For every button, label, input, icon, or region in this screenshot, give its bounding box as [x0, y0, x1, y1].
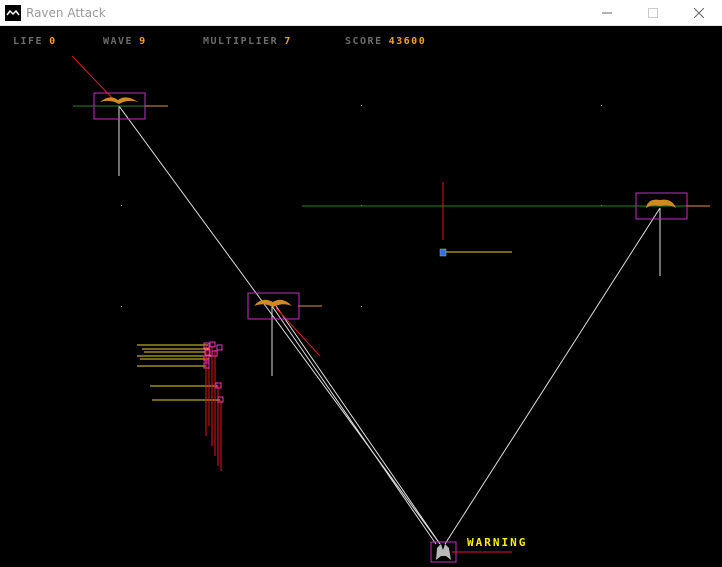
- game-field: [71, 55, 710, 563]
- powerup-item: [439, 248, 512, 257]
- maximize-button[interactable]: [630, 0, 676, 26]
- projectile-cluster: [137, 341, 224, 471]
- maximize-icon: [648, 8, 658, 18]
- minimize-icon: [602, 12, 612, 14]
- title-bar[interactable]: Raven Attack: [0, 0, 722, 26]
- raven-sprite: [254, 299, 292, 307]
- window-title: Raven Attack: [26, 6, 106, 20]
- raven-sprite: [100, 97, 138, 104]
- close-icon: [694, 8, 704, 18]
- warning-text: WARNING: [467, 536, 528, 549]
- game-window: Raven Attack LIFE 0 WAVE 9 MULTIPLIER 7 SCO…: [0, 0, 722, 567]
- aim-lines: [118, 105, 661, 545]
- minimize-button[interactable]: [584, 0, 630, 26]
- game-viewport[interactable]: LIFE 0 WAVE 9 MULTIPLIER 7 SCORE 43600 W…: [0, 26, 722, 567]
- raven-app-icon: [5, 5, 21, 21]
- tracking-lines: [73, 105, 710, 207]
- close-button[interactable]: [676, 0, 722, 26]
- raven-enemy: [247, 292, 300, 320]
- laser-lines: [71, 55, 512, 553]
- raven-sprite: [646, 199, 676, 208]
